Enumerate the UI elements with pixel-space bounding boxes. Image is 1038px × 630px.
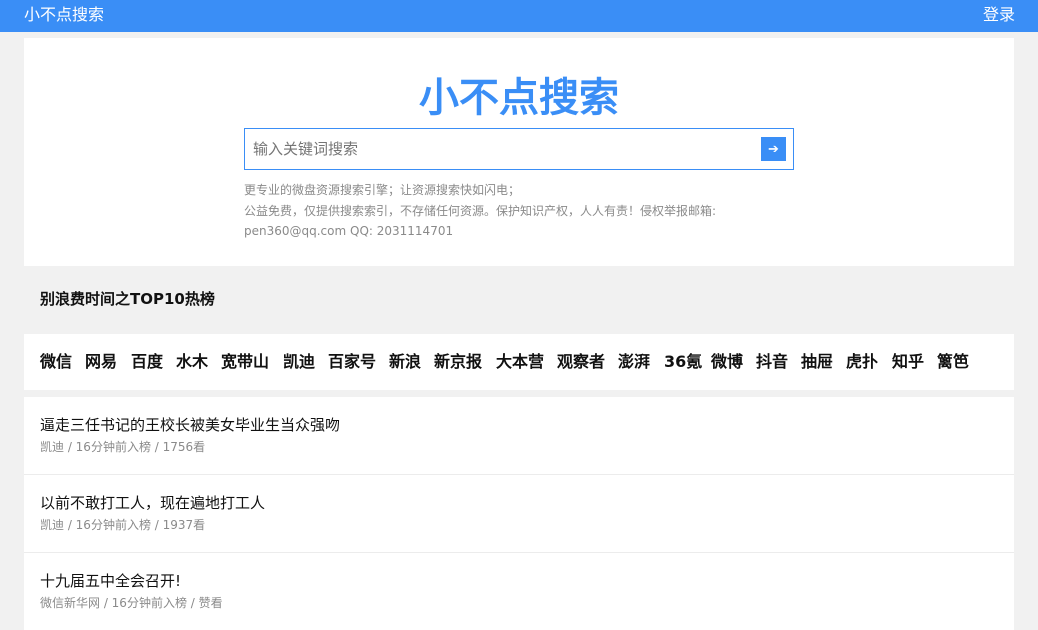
source-tab-zhihu[interactable]: 知乎 bbox=[892, 351, 924, 373]
source-tab-weibo[interactable]: 微博 bbox=[711, 351, 743, 373]
item-title-link[interactable]: 以前不敢打工人，现在遍地打工人 bbox=[40, 492, 265, 514]
login-link[interactable]: 登录 bbox=[983, 5, 1015, 25]
search-box: ➔ bbox=[244, 128, 794, 170]
source-tab-baidu[interactable]: 百度 bbox=[131, 351, 163, 373]
source-tab-kaidi[interactable]: 凯迪 bbox=[283, 351, 315, 373]
site-logo: 小不点搜索 bbox=[419, 75, 619, 121]
source-tab-chouti[interactable]: 抽屉 bbox=[801, 351, 833, 373]
list-item: 以前不敢打工人，现在遍地打工人 凯迪 / 16分钟前入榜 / 1937看 bbox=[24, 475, 1014, 553]
source-tab-hupu[interactable]: 虎扑 bbox=[846, 351, 878, 373]
list-item: 逼走三任书记的王校长被美女毕业生当众强吻 凯迪 / 16分钟前入榜 / 1756… bbox=[24, 397, 1014, 475]
item-title-link[interactable]: 十九届五中全会召开! bbox=[40, 570, 181, 592]
source-tab-dabenying[interactable]: 大本营 bbox=[496, 351, 544, 373]
hot-list: 逼走三任书记的王校长被美女毕业生当众强吻 凯迪 / 16分钟前入榜 / 1756… bbox=[24, 397, 1014, 630]
note-line: 更专业的微盘资源搜索引擎；让资源搜索快如闪电； bbox=[244, 183, 521, 197]
source-tab-kuandaishan[interactable]: 宽带山 bbox=[221, 351, 269, 373]
note-line: pen360@qq.com QQ: 2031114701 bbox=[244, 224, 454, 238]
search-input[interactable] bbox=[245, 129, 755, 169]
source-tab-wangyi[interactable]: 网易 bbox=[85, 351, 117, 373]
top-nav-bar: 小不点搜索 登录 bbox=[0, 0, 1038, 32]
source-tab-guanchazhe[interactable]: 观察者 bbox=[557, 351, 605, 373]
item-title-link[interactable]: 逼走三任书记的王校长被美女毕业生当众强吻 bbox=[40, 414, 340, 436]
source-tab-baijiahao[interactable]: 百家号 bbox=[328, 351, 376, 373]
list-item: 十九届五中全会召开! 微信新华网 / 16分钟前入榜 / 赞看 bbox=[24, 553, 1014, 630]
search-button[interactable]: ➔ bbox=[761, 137, 786, 161]
arrow-right-icon: ➔ bbox=[768, 141, 779, 156]
site-notes: 更专业的微盘资源搜索引擎；让资源搜索快如闪电； 公益免费，仅提供搜索索引，不存储… bbox=[244, 180, 804, 242]
source-tabs: 微信 网易 百度 水木 宽带山 凯迪 百家号 新浪 新京报 大本营 观察者 澎湃… bbox=[24, 334, 1014, 390]
source-tab-xinjingbao[interactable]: 新京报 bbox=[434, 351, 482, 373]
item-meta: 凯迪 / 16分钟前入榜 / 1756看 bbox=[40, 440, 206, 454]
brand-link[interactable]: 小不点搜索 bbox=[24, 5, 104, 25]
note-line: 公益免费，仅提供搜索索引，不存储任何资源。保护知识产权，人人有责！侵权举报邮箱: bbox=[244, 203, 717, 218]
source-tab-sina[interactable]: 新浪 bbox=[389, 351, 421, 373]
source-tab-douyin[interactable]: 抖音 bbox=[756, 351, 788, 373]
source-tab-pengpai[interactable]: 澎湃 bbox=[618, 351, 650, 373]
source-tab-liba[interactable]: 篱笆 bbox=[937, 351, 969, 373]
section-title: 别浪费时间之TOP10热榜 bbox=[40, 290, 215, 308]
source-tab-shuimu[interactable]: 水木 bbox=[176, 351, 208, 373]
item-meta: 微信新华网 / 16分钟前入榜 / 赞看 bbox=[40, 596, 223, 610]
source-tab-weixin[interactable]: 微信 bbox=[40, 351, 72, 373]
search-panel: 小不点搜索 ➔ 更专业的微盘资源搜索引擎；让资源搜索快如闪电； 公益免费，仅提供… bbox=[24, 38, 1014, 266]
item-meta: 凯迪 / 16分钟前入榜 / 1937看 bbox=[40, 518, 206, 532]
source-tab-36kr[interactable]: 36氪 bbox=[664, 351, 702, 373]
